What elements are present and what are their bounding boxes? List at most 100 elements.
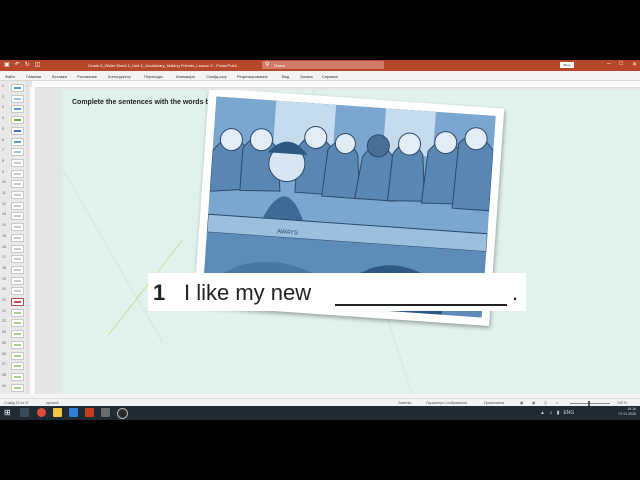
slide-thumbnail[interactable]: 9 <box>2 169 26 178</box>
reading-view-icon[interactable]: ◫ <box>544 401 547 405</box>
tab-insert[interactable]: Вставка <box>52 74 67 79</box>
network-icon[interactable]: ▲ <box>540 410 545 416</box>
slide-thumbnail[interactable]: 10 <box>2 179 26 189</box>
thumbnail-number: 24 <box>2 330 6 335</box>
slide-thumbnail[interactable]: 16 <box>2 244 26 253</box>
thumbnail-number: 1 <box>2 84 4 88</box>
slide-thumbnail[interactable]: 3 <box>2 104 26 114</box>
thumbnail-number: 3 <box>2 105 4 110</box>
slide-thumbnail[interactable]: 2 <box>2 94 26 103</box>
battery-icon[interactable]: ▮ <box>557 410 560 416</box>
start-from-beginning-icon[interactable]: ◫ <box>35 62 41 69</box>
thumbnail-number: 7 <box>2 148 4 153</box>
powerpoint-icon[interactable] <box>85 408 94 417</box>
folder-icon[interactable] <box>101 408 110 417</box>
tab-transitions[interactable]: Переходы <box>144 74 163 79</box>
tab-help[interactable]: Справка <box>322 74 338 79</box>
taskbar: ⊞ ▲ ♫ ▮ ENG 16:16 07.01.2025 <box>0 406 640 420</box>
slide-thumbnail[interactable]: 20 <box>2 286 26 296</box>
slide-thumbnail[interactable]: 11 <box>2 190 26 199</box>
instruction-text[interactable]: Complete the sentences with the words be… <box>72 99 227 106</box>
thumbnail-number: 26 <box>2 351 6 356</box>
slide-thumbnail[interactable]: 25 <box>2 340 26 349</box>
thumbnail-preview <box>11 126 24 135</box>
clock[interactable]: 16:16 07.01.2025 <box>618 407 636 417</box>
minimize-icon[interactable]: – <box>607 61 610 68</box>
media-player-icon[interactable] <box>69 408 78 417</box>
tab-home[interactable]: Главная <box>26 74 41 79</box>
slide-thumbnail[interactable]: 8 <box>2 158 26 167</box>
thumbnail-number: 2 <box>2 94 4 99</box>
tab-file[interactable]: Файл <box>5 74 15 79</box>
display-settings-button[interactable]: Параметры отображения <box>426 401 467 405</box>
thumbnail-preview <box>11 351 24 360</box>
tab-design[interactable]: Конструктор <box>108 74 131 79</box>
comments-button[interactable]: Примечания <box>484 401 504 405</box>
thumbnail-preview <box>11 148 24 157</box>
thumbnails-scrollbar[interactable] <box>26 81 29 394</box>
tab-review[interactable]: Рецензирование <box>237 74 268 79</box>
slide-thumbnail[interactable]: 26 <box>2 351 26 360</box>
tab-animations[interactable]: Анимация <box>176 74 195 79</box>
redo-icon[interactable]: ↻ <box>25 62 30 69</box>
slide-thumbnail[interactable]: 1 <box>2 83 26 92</box>
file-explorer-icon[interactable] <box>53 408 62 417</box>
thumbnail-preview <box>11 180 24 189</box>
thumbnail-preview <box>11 223 24 232</box>
thumbnail-number: 27 <box>2 362 6 367</box>
task-view-icon[interactable] <box>20 408 29 417</box>
slide-thumbnail-selected[interactable]: 21 <box>2 297 26 306</box>
save-icon[interactable]: ▣ <box>4 62 10 69</box>
slide-thumbnail[interactable]: 15 <box>2 233 26 242</box>
keyboard-language[interactable]: ENG <box>563 410 574 416</box>
thumbnail-preview <box>11 244 24 253</box>
slide-thumbnail[interactable]: 7 <box>2 147 26 157</box>
answer-blank <box>335 304 507 306</box>
slide-thumbnail[interactable]: 29 <box>2 383 26 392</box>
slide-thumbnail[interactable]: 5 <box>2 126 26 135</box>
tab-record[interactable]: Запись <box>300 74 313 79</box>
tab-slideshow[interactable]: Слайд-шоу <box>206 74 227 79</box>
thumbnail-preview <box>11 265 24 274</box>
slide-thumbnail[interactable]: 14 <box>2 222 26 232</box>
close-icon[interactable]: ✕ <box>632 61 637 68</box>
thumbnail-preview <box>11 330 24 339</box>
slide-sorter-icon[interactable]: ▦ <box>532 401 535 405</box>
vertical-ruler <box>30 87 36 394</box>
thumbnail-preview <box>11 362 24 371</box>
slide-thumbnail[interactable]: 4 <box>2 115 26 125</box>
sign-in-button[interactable]: Вход <box>560 62 574 68</box>
slide-thumbnail[interactable]: 22 <box>2 308 26 317</box>
tab-view[interactable]: Вид <box>282 74 289 79</box>
language-indicator[interactable]: русский <box>46 401 59 405</box>
tab-draw[interactable]: Рисование <box>77 74 97 79</box>
horizontal-ruler <box>32 81 640 88</box>
slide-thumbnail[interactable]: 17 <box>2 254 26 264</box>
volume-icon[interactable]: ♫ <box>549 410 553 416</box>
slide-thumbnail[interactable]: 19 <box>2 276 26 285</box>
normal-view-icon[interactable]: ▣ <box>520 401 523 405</box>
maximize-icon[interactable]: □ <box>619 61 623 68</box>
slide-thumbnail[interactable]: 13 <box>2 211 26 221</box>
slide-thumbnail[interactable]: 27 <box>2 361 26 371</box>
windows-start-icon[interactable]: ⊞ <box>4 408 13 417</box>
notes-button[interactable]: Заметки <box>398 401 411 405</box>
thumbnail-preview <box>11 340 24 349</box>
slide-canvas[interactable]: Complete the sentences with the words be… <box>62 90 640 394</box>
clock-app-icon[interactable] <box>117 408 128 419</box>
chrome-icon[interactable] <box>37 408 46 417</box>
search-placeholder: Поиск <box>274 63 286 68</box>
zoom-level[interactable]: 130 % <box>617 401 627 405</box>
sentence-textbox[interactable]: 1 I like my new . <box>148 273 526 311</box>
slide-thumbnail[interactable]: 6 <box>2 137 26 146</box>
slide-thumbnail[interactable]: 24 <box>2 329 26 339</box>
zoom-slider[interactable] <box>570 403 610 404</box>
undo-icon[interactable]: ↶ <box>15 62 20 69</box>
slide-thumbnail[interactable]: 12 <box>2 201 26 210</box>
search-input[interactable]: ⚲ Поиск <box>262 61 384 69</box>
slide-thumbnail[interactable]: 28 <box>2 372 26 381</box>
slideshow-view-icon[interactable]: ▷ <box>556 401 559 405</box>
slide-thumbnail[interactable]: 23 <box>2 318 26 328</box>
slide-thumbnail[interactable]: 18 <box>2 265 26 274</box>
slide-counter: Слайд 13 из 47 <box>4 401 29 405</box>
